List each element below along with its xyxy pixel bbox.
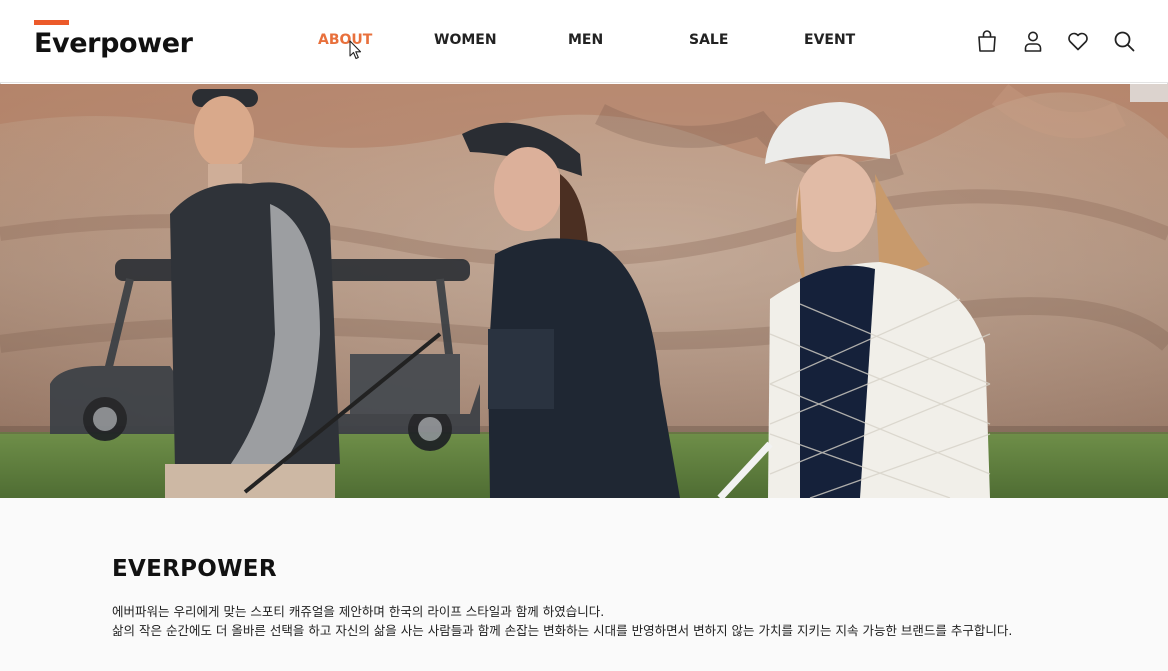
about-section: EVERPOWER 에버파워는 우리에게 맞는 스포티 캐쥬얼을 제안하며 한국… — [0, 498, 1168, 671]
user-icon[interactable] — [1021, 29, 1045, 53]
nav-sale[interactable]: SALE — [689, 32, 728, 48]
nav-event[interactable]: EVENT — [804, 32, 855, 48]
hero-banner — [0, 84, 1168, 498]
hero-photo — [0, 84, 1168, 498]
about-line: 에버파워는 우리에게 맞는 스포티 캐쥬얼을 제안하며 한국의 라이프 스타일과… — [112, 604, 605, 619]
site-header: Everpower ABOUT WOMEN MEN SALE EVENT — [0, 0, 1168, 83]
nav-women[interactable]: WOMEN — [434, 32, 497, 48]
search-icon[interactable] — [1112, 29, 1136, 53]
heart-icon[interactable] — [1066, 29, 1090, 53]
mouse-cursor-icon — [349, 40, 362, 60]
nav-men[interactable]: MEN — [568, 32, 603, 48]
logo-accent-bar — [34, 20, 69, 25]
about-title: EVERPOWER — [112, 556, 277, 582]
about-description: 에버파워는 우리에게 맞는 스포티 캐쥬얼을 제안하며 한국의 라이프 스타일과… — [112, 602, 1092, 640]
about-line: 삶의 작은 순간에도 더 올바른 선택을 하고 자신의 삶을 사는 사람들과 함… — [112, 623, 1013, 638]
shopping-bag-icon[interactable] — [975, 29, 999, 53]
nav-about[interactable]: ABOUT — [318, 32, 372, 48]
